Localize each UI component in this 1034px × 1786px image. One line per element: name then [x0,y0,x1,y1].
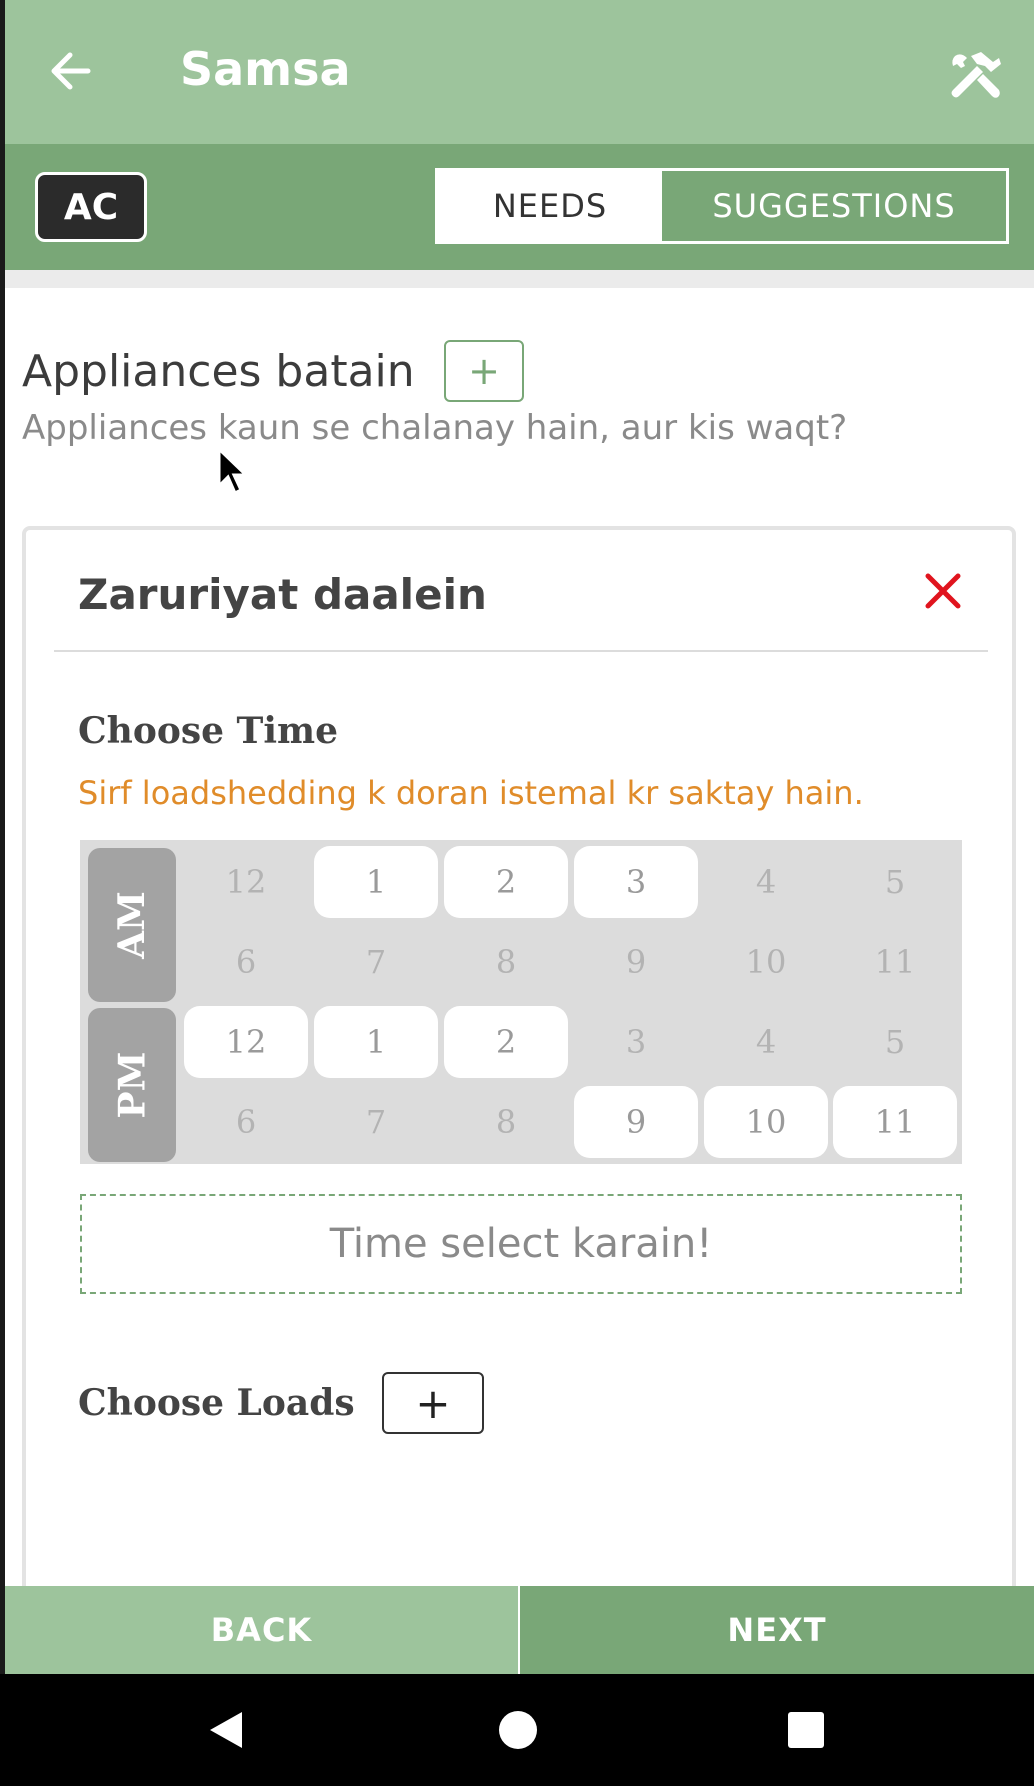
pm-hour-5[interactable]: 5 [833,1006,957,1078]
am-hour-9[interactable]: 9 [574,926,698,998]
section-subtitle: Appliances kaun se chalanay hain, aur ki… [22,408,848,448]
loadshedding-hint: Sirf loadshedding k doran istemal kr sak… [78,774,864,812]
time-select-placeholder[interactable]: Time select karain! [80,1194,962,1294]
am-hour-12[interactable]: 12 [184,846,308,918]
pm-hour-3[interactable]: 3 [574,1006,698,1078]
nav-back-icon[interactable] [198,1702,254,1758]
needs-card: Zaruriyat daalein Choose Time Sirf loads… [22,526,1016,1586]
app-bar: Samsa [5,0,1034,144]
add-appliance-button[interactable]: + [444,340,524,402]
am-hour-7[interactable]: 7 [314,926,438,998]
pm-hour-2[interactable]: 2 [444,1006,568,1078]
next-button[interactable]: NEXT [518,1586,1034,1674]
add-load-button[interactable]: + [382,1372,484,1434]
time-grid: AM PM 12 1 2 3 4 5 6 7 8 9 10 11 12 1 2 3 4 5 6 7 8 9 10 11 [80,840,962,1164]
pm-label-text: PM [110,1051,153,1119]
divider-strip [5,270,1034,288]
close-icon[interactable] [918,566,968,616]
pm-hour-1[interactable]: 1 [314,1006,438,1078]
pm-hour-10[interactable]: 10 [704,1086,828,1158]
am-hour-6[interactable]: 6 [184,926,308,998]
am-label-text: AM [111,891,153,959]
back-button[interactable]: BACK [5,1586,518,1674]
am-hour-2[interactable]: 2 [444,846,568,918]
pm-hour-7[interactable]: 7 [314,1086,438,1158]
pm-label: PM [88,1008,176,1162]
mouse-cursor-icon [216,445,250,502]
card-divider [54,650,988,652]
am-hour-5[interactable]: 5 [833,846,957,918]
app-title: Samsa [180,42,351,96]
choose-time-label: Choose Time [78,710,339,752]
pm-hour-6[interactable]: 6 [184,1086,308,1158]
back-arrow-icon[interactable] [41,42,99,100]
tab-switch: NEEDS SUGGESTIONS [435,168,1009,244]
system-nav-bar [0,1674,1034,1786]
am-hour-10[interactable]: 10 [704,926,828,998]
am-hour-3[interactable]: 3 [574,846,698,918]
tab-needs[interactable]: NEEDS [438,171,662,241]
section-title: Appliances batain [22,346,415,397]
am-label: AM [88,848,176,1002]
card-title: Zaruriyat daalein [78,570,487,619]
pm-hour-12[interactable]: 12 [184,1006,308,1078]
pm-hour-4[interactable]: 4 [704,1006,828,1078]
pm-hour-9[interactable]: 9 [574,1086,698,1158]
nav-home-icon[interactable] [490,1702,546,1758]
am-hour-4[interactable]: 4 [704,846,828,918]
tools-icon[interactable] [940,40,1010,110]
pm-hour-11[interactable]: 11 [833,1086,957,1158]
nav-recents-icon[interactable] [778,1702,834,1758]
tab-suggestions[interactable]: SUGGESTIONS [662,171,1006,241]
appliance-bar: AC NEEDS SUGGESTIONS [5,144,1034,270]
am-hour-1[interactable]: 1 [314,846,438,918]
app-screen: Samsa AC NEEDS SUGGESTIONS Appliances ba… [0,0,1034,1786]
pm-hour-8[interactable]: 8 [444,1086,568,1158]
bottom-action-bar: BACK NEXT [5,1586,1034,1674]
am-hour-11[interactable]: 11 [833,926,957,998]
choose-loads-label: Choose Loads [78,1382,355,1424]
appliance-badge[interactable]: AC [35,172,147,242]
am-hour-8[interactable]: 8 [444,926,568,998]
